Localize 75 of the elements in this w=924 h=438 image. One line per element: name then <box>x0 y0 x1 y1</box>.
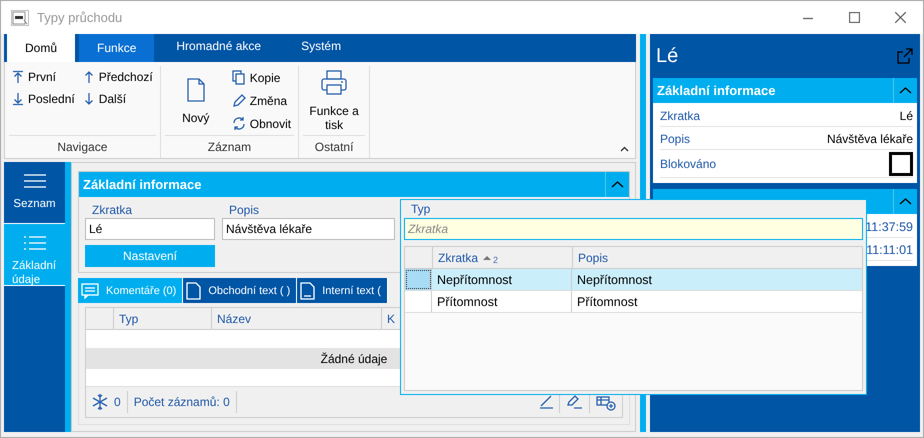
field-value: Lé <box>900 108 913 122</box>
section-title: Základní informace <box>82 177 202 192</box>
ribbon-button[interactable]: Předchozí <box>80 66 155 88</box>
ribbon-button[interactable]: Poslední <box>10 88 77 110</box>
copy-icon <box>232 70 246 85</box>
detail-title: Lé <box>656 44 678 68</box>
sub-tab[interactable]: Interní text ( <box>297 278 388 303</box>
empty-message: Žádné údaje <box>320 352 388 366</box>
card-title: Základní informace <box>656 83 776 98</box>
table-row[interactable]: Přítomnost Přítomnost <box>405 291 862 313</box>
ribbon-tab[interactable]: Systém <box>283 34 360 58</box>
ribbon-tab[interactable]: Domů <box>7 34 76 62</box>
ribbon-group-label: Záznam <box>164 135 294 158</box>
time-value: 11:37:59 <box>865 220 913 234</box>
ribbon-button[interactable]: Změna <box>230 89 294 112</box>
ribbon-button[interactable]: Kopie <box>230 66 294 89</box>
maximize-icon <box>848 12 860 23</box>
chevron-up-icon <box>611 181 624 188</box>
list-icon <box>24 236 46 250</box>
document-icon <box>300 282 316 300</box>
field-value: Návštěva lékaře <box>826 132 913 146</box>
ribbon-group-label: Ostatní <box>303 135 366 158</box>
time-value: 11:11:01 <box>866 242 913 256</box>
ribbon-tab[interactable]: Hromadné akce <box>158 34 280 58</box>
printer-icon <box>320 69 348 96</box>
table-cell-text: Nepřítomnost <box>576 272 654 289</box>
document-icon <box>186 282 202 300</box>
close-icon <box>894 12 906 23</box>
chevron-up-icon <box>899 87 912 94</box>
field-label: Popis <box>228 203 260 218</box>
ribbon-large-button[interactable]: Funkce a tisk <box>304 66 364 135</box>
record-count: 0 <box>114 395 121 409</box>
search-field[interactable]: Zkratka <box>404 218 863 240</box>
ribbon-button[interactable]: Obnovit <box>230 112 294 135</box>
sort-ascending-icon <box>483 254 492 260</box>
ribbon-group-label: Navigace <box>9 135 156 158</box>
up-arrow-icon <box>82 70 95 84</box>
top-arrow-icon <box>12 70 24 84</box>
document-icon <box>184 76 207 102</box>
menu-icon <box>24 174 46 188</box>
ribbon-tab[interactable]: Funkce <box>79 34 154 62</box>
pencil-icon <box>232 93 246 108</box>
checkbox[interactable] <box>889 152 913 176</box>
text-field[interactable]: Lé <box>85 218 215 240</box>
field-label: Blokováno <box>660 157 716 171</box>
sort-order: 2 <box>493 255 498 265</box>
down-arrow-icon <box>82 92 95 106</box>
field-label: Zkratka <box>660 108 700 122</box>
ribbon-button[interactable]: Další <box>80 88 155 110</box>
ribbon-button[interactable]: První <box>10 66 77 88</box>
records-label: Počet záznamů: 0 <box>128 391 237 413</box>
chevron-up-icon <box>899 198 912 205</box>
field-label: Zkratka <box>91 203 134 218</box>
sub-tab[interactable]: Obchodní text ( ) <box>183 278 298 303</box>
app-logo-icon <box>11 10 29 26</box>
ribbon-large-button[interactable]: Nový <box>166 66 226 135</box>
table-row[interactable]: Nepřítomnost Nepřítomnost <box>405 269 862 291</box>
field-label: Popis <box>660 132 690 146</box>
field-label: Typ <box>410 202 432 218</box>
column-header[interactable]: Typ <box>114 308 212 329</box>
table-cell: Přítomnost <box>432 291 572 312</box>
table-cell-text: Přítomnost <box>576 294 638 310</box>
snowflake-icon <box>92 393 108 411</box>
popout-icon[interactable] <box>897 48 913 64</box>
line-edit-icon <box>540 395 553 409</box>
column-header[interactable]: Popis <box>573 247 862 268</box>
bottom-arrow-icon <box>12 92 24 106</box>
table-cell: Nepřítomnost <box>432 269 572 290</box>
text-field[interactable]: Návštěva lékaře <box>222 218 395 240</box>
comment-icon <box>81 282 99 299</box>
refresh-icon <box>232 116 246 131</box>
column-header[interactable]: Název <box>212 308 382 329</box>
window-title: Typy průchodu <box>37 10 124 25</box>
collapse-ribbon-icon <box>620 146 629 152</box>
pencil-icon <box>566 394 583 410</box>
